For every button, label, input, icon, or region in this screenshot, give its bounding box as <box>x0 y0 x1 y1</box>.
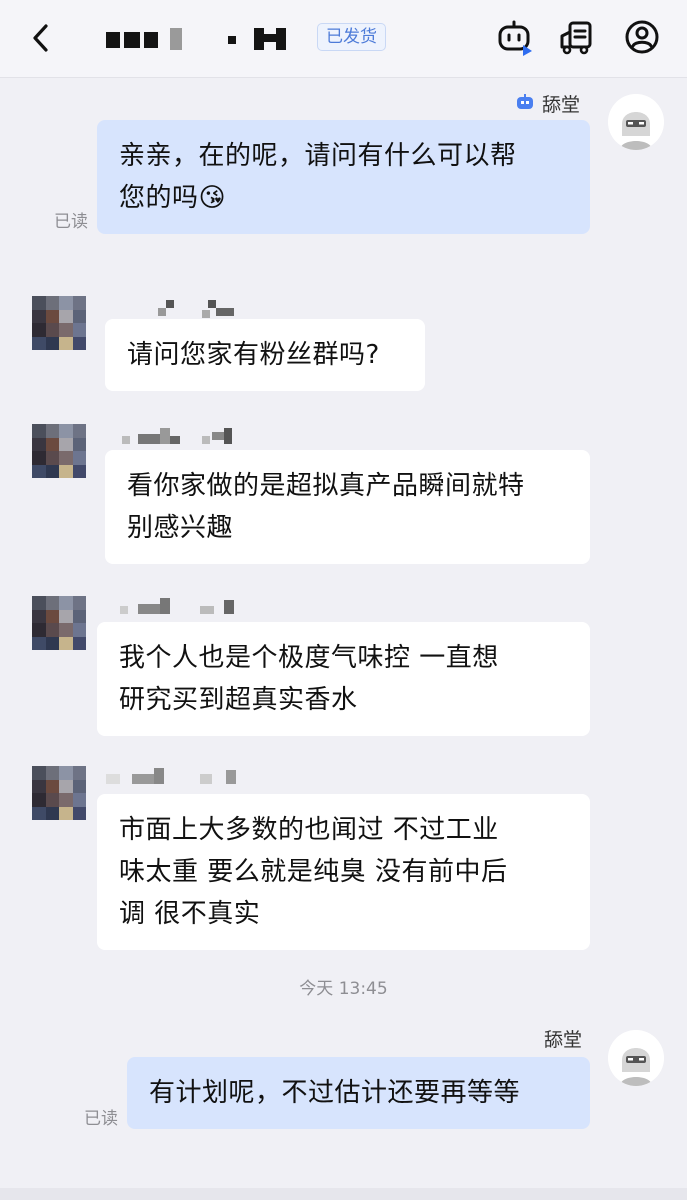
customer-avatar[interactable] <box>32 766 86 820</box>
customer-name-pixelated <box>104 298 264 320</box>
read-receipt: 已读 <box>54 212 88 232</box>
message-bubble-customer[interactable]: 市面上大多数的也闻过 不过工业 味太重 要么就是纯臭 没有前中后 调 很不真实 <box>97 794 590 950</box>
input-area-edge <box>0 1188 687 1200</box>
customer-avatar[interactable] <box>32 596 86 650</box>
agent-name: 舔堂 <box>514 90 580 117</box>
customer-avatar[interactable] <box>32 424 86 478</box>
order-status-badge: 已发货 <box>317 23 386 51</box>
robot-icon[interactable] <box>496 18 534 58</box>
time-divider: 今天 13:45 <box>299 979 388 999</box>
chat-header: 已发货 <box>0 0 687 78</box>
message-bubble-customer[interactable]: 请问您家有粉丝群吗? <box>105 319 425 391</box>
read-receipt: 已读 <box>84 1109 118 1129</box>
message-bubble-customer[interactable]: 我个人也是个极度气味控 一直想 研究买到超真实香水 <box>97 622 590 736</box>
customer-name-pixelated <box>104 426 264 448</box>
back-chevron-icon[interactable] <box>26 20 56 56</box>
agent-avatar[interactable] <box>608 94 664 150</box>
user-profile-icon[interactable] <box>624 18 662 58</box>
customer-name-pixelated <box>104 596 264 618</box>
agent-name: 舔堂 <box>544 1029 583 1051</box>
customer-name-pixelated <box>104 766 264 788</box>
delivery-truck-icon[interactable] <box>558 18 596 58</box>
message-bubble-agent[interactable]: 有计划呢，不过估计还要再等等 <box>127 1057 590 1129</box>
shop-name-pixelated <box>104 22 304 56</box>
agent-avatar[interactable] <box>608 1030 664 1086</box>
bot-badge-icon <box>517 94 533 109</box>
message-bubble-customer[interactable]: 看你家做的是超拟真产品瞬间就特 别感兴趣 <box>105 450 590 564</box>
message-bubble-agent[interactable]: 亲亲，在的呢，请问有什么可以帮 您的吗😘 <box>97 120 590 234</box>
customer-avatar[interactable] <box>32 296 86 350</box>
